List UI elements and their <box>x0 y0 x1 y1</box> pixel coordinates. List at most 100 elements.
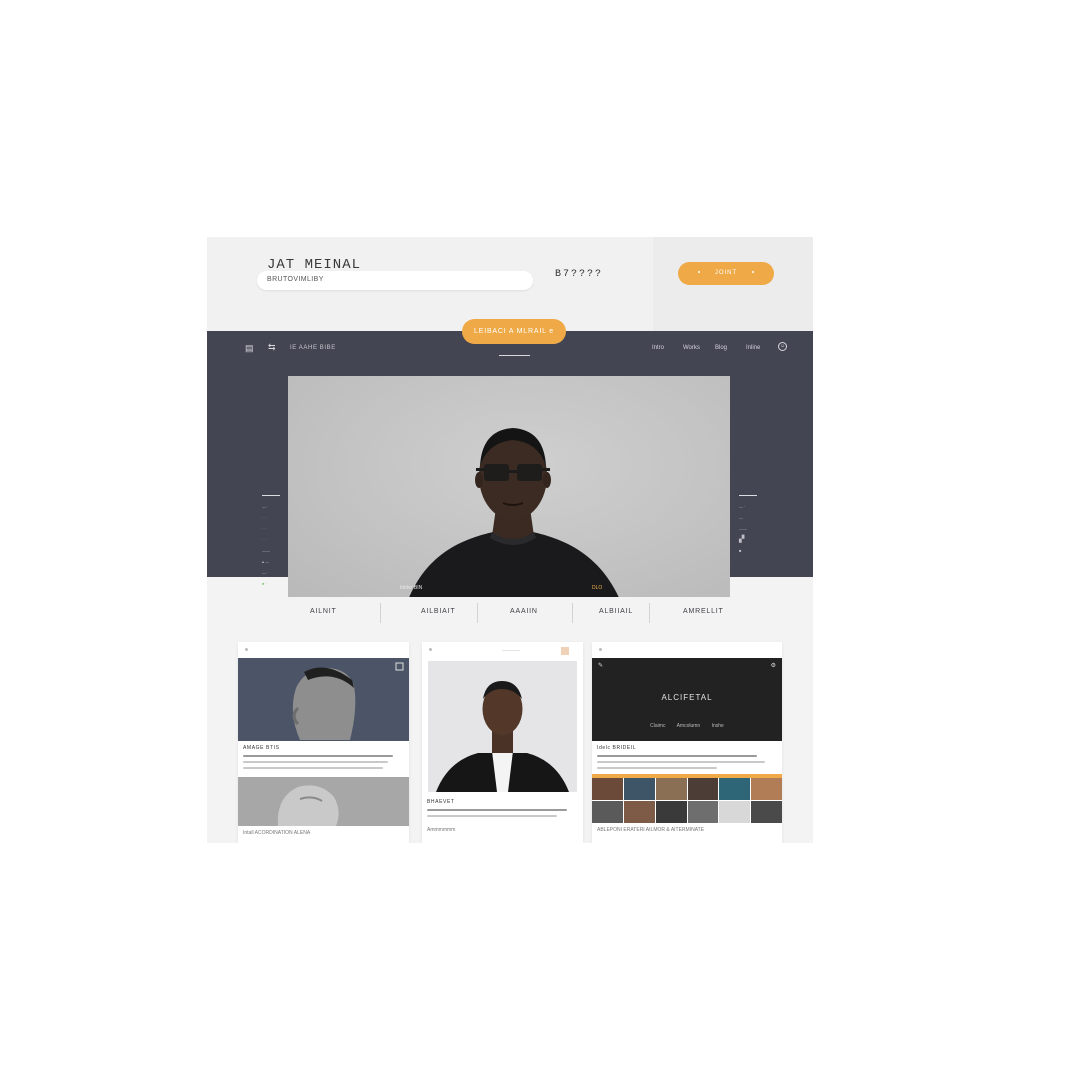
text-line <box>243 767 383 769</box>
photo-thumb[interactable] <box>751 801 782 823</box>
card-3-title: ALCIFETAL <box>661 693 713 702</box>
text-line <box>597 761 765 763</box>
status-dot-icon: ● · <box>262 581 267 586</box>
photo-thumb[interactable] <box>623 801 655 823</box>
sculpture-head-illustration <box>292 662 404 740</box>
photo-thumb[interactable] <box>655 778 687 800</box>
dot-icon <box>752 271 755 274</box>
card-1-footer: Intall ACORDINATION ALENA <box>243 830 311 836</box>
card-2-footer: Ammmmmm <box>427 827 456 833</box>
tab-4[interactable]: ALBIIAIL <box>599 608 633 615</box>
pin-icon[interactable]: ▞ <box>739 536 757 543</box>
tab-3[interactable]: AAAIIN <box>510 608 538 615</box>
photo-thumb[interactable] <box>655 801 687 823</box>
content-card-2[interactable]: BHAEVET Ammmmmm <box>422 642 583 843</box>
tab-divider <box>380 603 381 623</box>
photo-grid <box>592 778 782 823</box>
portrait-suit-illustration <box>428 661 577 792</box>
card-3-menu-item-3[interactable]: Inshe <box>712 723 724 729</box>
card-3-menu-item-1[interactable]: Claimc <box>650 723 665 729</box>
search-input[interactable]: BRUTOVIMLIBY <box>257 271 533 290</box>
user-icon[interactable]: ☺ <box>778 342 787 351</box>
top-header: JAT MEINAL BRUTOVIMLIBY B7???? JOINT <box>207 237 813 331</box>
join-label: JOINT <box>714 270 738 276</box>
tab-1[interactable]: AILNIT <box>310 608 337 615</box>
text-line <box>597 755 757 757</box>
hero-tag-left: folder BIN <box>400 585 423 591</box>
counter-text: B7???? <box>555 269 604 280</box>
nav-link-blog[interactable]: Blog <box>715 345 727 351</box>
photo-thumb[interactable] <box>623 778 655 800</box>
card-2-caption: BHAEVET <box>427 799 455 805</box>
search-text: BRUTOVIMLIBY <box>267 276 324 283</box>
card-header <box>422 642 583 658</box>
nav-link-intro[interactable]: Intro <box>652 345 664 351</box>
nav-link-works[interactable]: Works <box>683 345 700 351</box>
photo-thumb[interactable] <box>751 778 782 800</box>
photo-thumb[interactable] <box>719 801 751 823</box>
card-3-menu-item-2[interactable]: Amcolumn <box>677 723 701 729</box>
face-sketch-illustration <box>238 777 409 826</box>
photo-thumb[interactable] <box>687 778 719 800</box>
text-line <box>243 755 393 757</box>
text-line <box>243 761 388 763</box>
rail-mark: ▴ — <box>262 559 270 564</box>
right-side-rail: — · — —— ▞ ■ <box>739 495 757 560</box>
tab-5[interactable]: AMRELLIT <box>683 608 724 615</box>
breadcrumb: IE AAHE BIBE <box>290 345 336 351</box>
pill-underline <box>499 355 530 356</box>
card-1-image <box>238 658 409 741</box>
settings-icon[interactable]: ⚙ <box>771 662 776 669</box>
tab-divider <box>572 603 573 623</box>
rail-mark: — · <box>739 504 746 509</box>
card-header <box>238 642 409 658</box>
menu-icon[interactable]: ▤ <box>245 343 254 354</box>
dot-icon <box>429 648 432 651</box>
featured-pill-button[interactable]: LEIBACI A MLRAIL e <box>462 319 566 344</box>
rail-mark: · · <box>262 515 266 520</box>
content-card-1[interactable]: AMAGE BTIS Intall ACORDINATION ALENA <box>238 642 409 843</box>
bookmark-icon[interactable] <box>561 647 569 655</box>
tab-divider <box>649 603 650 623</box>
portrait-illustration <box>409 428 619 597</box>
rail-mark: —— <box>262 548 270 553</box>
dot-icon <box>599 648 602 651</box>
text-line <box>427 815 557 817</box>
share-icon[interactable]: ⇆ <box>268 342 276 353</box>
tab-2[interactable]: AILBIAIT <box>421 608 455 615</box>
text-line <box>427 809 567 811</box>
text-line <box>597 767 717 769</box>
header-line <box>502 650 520 651</box>
rail-mark: — · <box>262 504 269 509</box>
photo-thumb[interactable] <box>592 801 623 823</box>
content-card-3[interactable]: ✎ ⚙ ALCIFETAL Claimc Amcolumn Inshe Idel… <box>592 642 782 843</box>
card-3-footer: ABLEPONI ERATERI AILMOR & AITERMINATE <box>597 827 705 833</box>
hero-image: folder BIN DLO <box>288 376 730 597</box>
card-header <box>592 642 782 658</box>
left-side-rail: — · · · · · · · —— ▴ — — · ● · <box>262 495 280 593</box>
edit-icon[interactable]: ✎ <box>598 662 603 669</box>
card-3-dark-panel: ✎ ⚙ ALCIFETAL Claimc Amcolumn Inshe <box>592 658 782 741</box>
rail-mark: —— <box>739 526 747 531</box>
join-button[interactable]: JOINT <box>678 262 774 285</box>
hero-tag-right: DLO <box>592 585 603 591</box>
rail-mark: · · <box>262 537 266 542</box>
photo-thumb[interactable] <box>719 778 751 800</box>
category-tabs: AILNIT AILBIAIT AAAIIN ALBIIAIL AMRELLIT <box>207 597 813 627</box>
card-1-caption: AMAGE BTIS <box>243 745 280 751</box>
rail-line <box>262 495 280 496</box>
dot-icon <box>245 648 248 651</box>
rail-mark: ■ <box>739 548 742 553</box>
tab-divider <box>477 603 478 623</box>
nav-link-inline[interactable]: Inline <box>746 345 760 351</box>
app-frame: JAT MEINAL BRUTOVIMLIBY B7???? JOINT LEI… <box>207 237 813 843</box>
card-1-image-2 <box>238 777 409 826</box>
dot-icon <box>697 271 700 274</box>
rail-mark: — · <box>262 570 269 575</box>
card-3-caption: Idelc BRIDEIL <box>597 745 637 751</box>
photo-thumb[interactable] <box>592 778 623 800</box>
photo-thumb[interactable] <box>687 801 719 823</box>
card-2-image <box>428 661 577 792</box>
rail-mark: · · <box>262 526 266 531</box>
card-3-menu: Claimc Amcolumn Inshe <box>592 723 782 729</box>
